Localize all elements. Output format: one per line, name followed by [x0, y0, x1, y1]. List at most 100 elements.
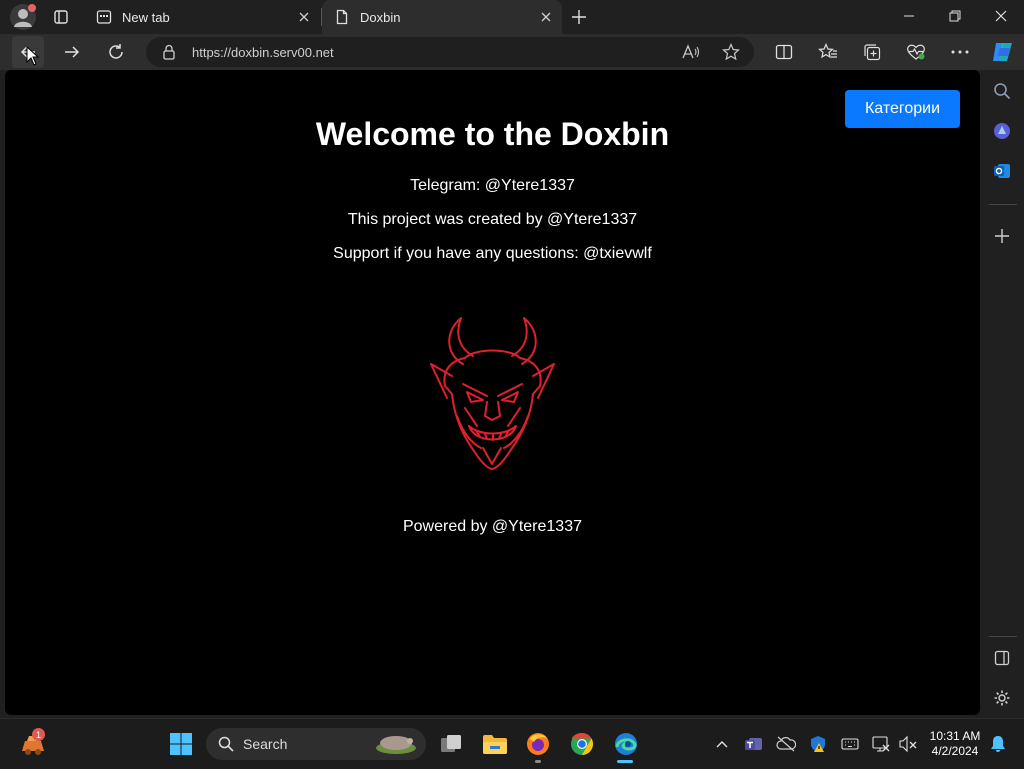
tab-actions-icon [54, 10, 68, 24]
support-line: Support if you have any questions: @txie… [333, 245, 652, 262]
sidebar-panel-icon [994, 650, 1010, 666]
sidebar-settings-button[interactable] [991, 687, 1013, 709]
new-tab-button[interactable] [566, 4, 592, 30]
tab-close-button[interactable] [534, 5, 558, 29]
keyboard-tray-button[interactable] [840, 734, 860, 754]
cloud-offline-icon [776, 736, 796, 752]
forward-button[interactable] [56, 36, 88, 68]
notification-badge: 1 [32, 728, 45, 741]
plus-icon [572, 10, 586, 24]
tab-title: Doxbin [360, 9, 401, 25]
teams-tray-button[interactable] [744, 734, 764, 754]
task-view-button[interactable] [436, 729, 466, 759]
read-aloud-icon [682, 44, 700, 59]
minimize-icon [904, 15, 914, 17]
outlook-icon [994, 164, 1010, 178]
page-icon [336, 9, 348, 25]
edge-button[interactable] [611, 729, 641, 759]
tab-actions-button[interactable] [48, 5, 74, 29]
minimize-button[interactable] [886, 0, 932, 32]
newtab-icon [96, 10, 112, 24]
restore-icon [949, 10, 961, 22]
clock-time: 10:31 AM [929, 729, 981, 743]
tab-close-button[interactable] [292, 5, 316, 29]
favorite-button[interactable] [721, 42, 741, 62]
browser-toolbar: https://doxbin.serv00.net [0, 34, 1024, 70]
search-icon [218, 736, 234, 752]
footer-text: Powered by @Ytere1337 [402, 518, 582, 535]
arrow-right-icon [65, 46, 80, 58]
heart-pulse-icon [907, 44, 925, 60]
task-view-icon [441, 735, 461, 752]
close-icon [541, 12, 551, 22]
bell-icon [991, 736, 1005, 752]
teams-icon [745, 738, 762, 750]
lock-icon [163, 44, 175, 60]
edge-active-indicator [617, 760, 633, 763]
security-tray-button[interactable] [808, 734, 828, 754]
split-screen-icon [775, 44, 793, 60]
refresh-icon [109, 44, 123, 59]
firefox-running-indicator [535, 760, 541, 763]
browser-essentials-button[interactable] [904, 40, 928, 64]
gear-icon [994, 690, 1010, 706]
more-menu-button[interactable] [948, 40, 972, 64]
onedrive-tray-button[interactable] [776, 734, 796, 754]
volume-tray-button[interactable] [898, 734, 918, 754]
sidebar-add-button[interactable] [991, 225, 1013, 247]
search-highlight-image [376, 736, 416, 754]
sidebar-copilot-button[interactable] [991, 120, 1013, 142]
clock-date: 4/2/2024 [931, 744, 979, 758]
edge-sidebar [981, 70, 1024, 718]
refresh-button[interactable] [100, 36, 132, 68]
web-page: Категории Welcome to the Doxbin Telegram… [5, 70, 980, 715]
chrome-button[interactable] [567, 729, 597, 759]
firefox-button[interactable] [523, 729, 553, 759]
shield-warning-icon [811, 736, 825, 752]
search-icon [994, 83, 1011, 100]
network-disconnected-icon [872, 736, 890, 752]
ellipsis-icon [951, 50, 969, 54]
start-button[interactable] [166, 729, 196, 759]
copilot-button[interactable] [989, 38, 1017, 66]
profile-status-dot [28, 4, 36, 12]
sidebar-hide-button[interactable] [991, 647, 1013, 669]
address-bar[interactable]: https://doxbin.serv00.net [146, 37, 754, 67]
creator-line: This project was created by @Ytere1337 [347, 211, 638, 228]
volume-muted-icon [899, 735, 917, 753]
read-aloud-button[interactable] [681, 42, 701, 62]
star-icon [722, 43, 740, 61]
tray-overflow-button[interactable] [712, 734, 732, 754]
favorites-button[interactable] [816, 40, 840, 64]
sidebar-search-button[interactable] [991, 80, 1013, 102]
tab-doxbin[interactable]: Doxbin [322, 0, 562, 34]
split-screen-button[interactable] [772, 40, 796, 64]
devil-logo-image [430, 317, 555, 470]
file-explorer-button[interactable] [480, 729, 510, 759]
chrome-icon [571, 732, 593, 755]
windows-taskbar: 1 Search 10:31 AM 4/2/2024 [0, 718, 1024, 769]
taskbar-search[interactable]: Search [206, 728, 426, 760]
sidebar-outlook-button[interactable] [991, 160, 1013, 182]
collections-button[interactable] [860, 40, 884, 64]
tab-title: New tab [122, 9, 170, 25]
title-bar: New tab Doxbin [0, 0, 1024, 34]
plus-icon [995, 229, 1009, 243]
keyboard-icon [841, 738, 859, 750]
close-icon [995, 10, 1007, 22]
tab-new-tab[interactable]: New tab [84, 0, 320, 34]
telegram-line: Telegram: @Ytere1337 [410, 177, 575, 194]
mouse-cursor-icon [26, 46, 40, 66]
edge-icon [615, 733, 637, 755]
designer-icon [994, 123, 1010, 139]
taskbar-clock[interactable]: 10:31 AM 4/2/2024 [924, 729, 986, 759]
folder-icon [483, 735, 507, 754]
close-window-button[interactable] [978, 0, 1024, 32]
address-url[interactable]: https://doxbin.serv00.net [192, 45, 334, 60]
restore-button[interactable] [932, 0, 978, 32]
network-tray-button[interactable] [871, 734, 891, 754]
firefox-icon [527, 733, 549, 755]
sidebar-separator [989, 636, 1017, 637]
favorites-icon [818, 43, 837, 59]
notification-center-button[interactable] [988, 734, 1008, 754]
